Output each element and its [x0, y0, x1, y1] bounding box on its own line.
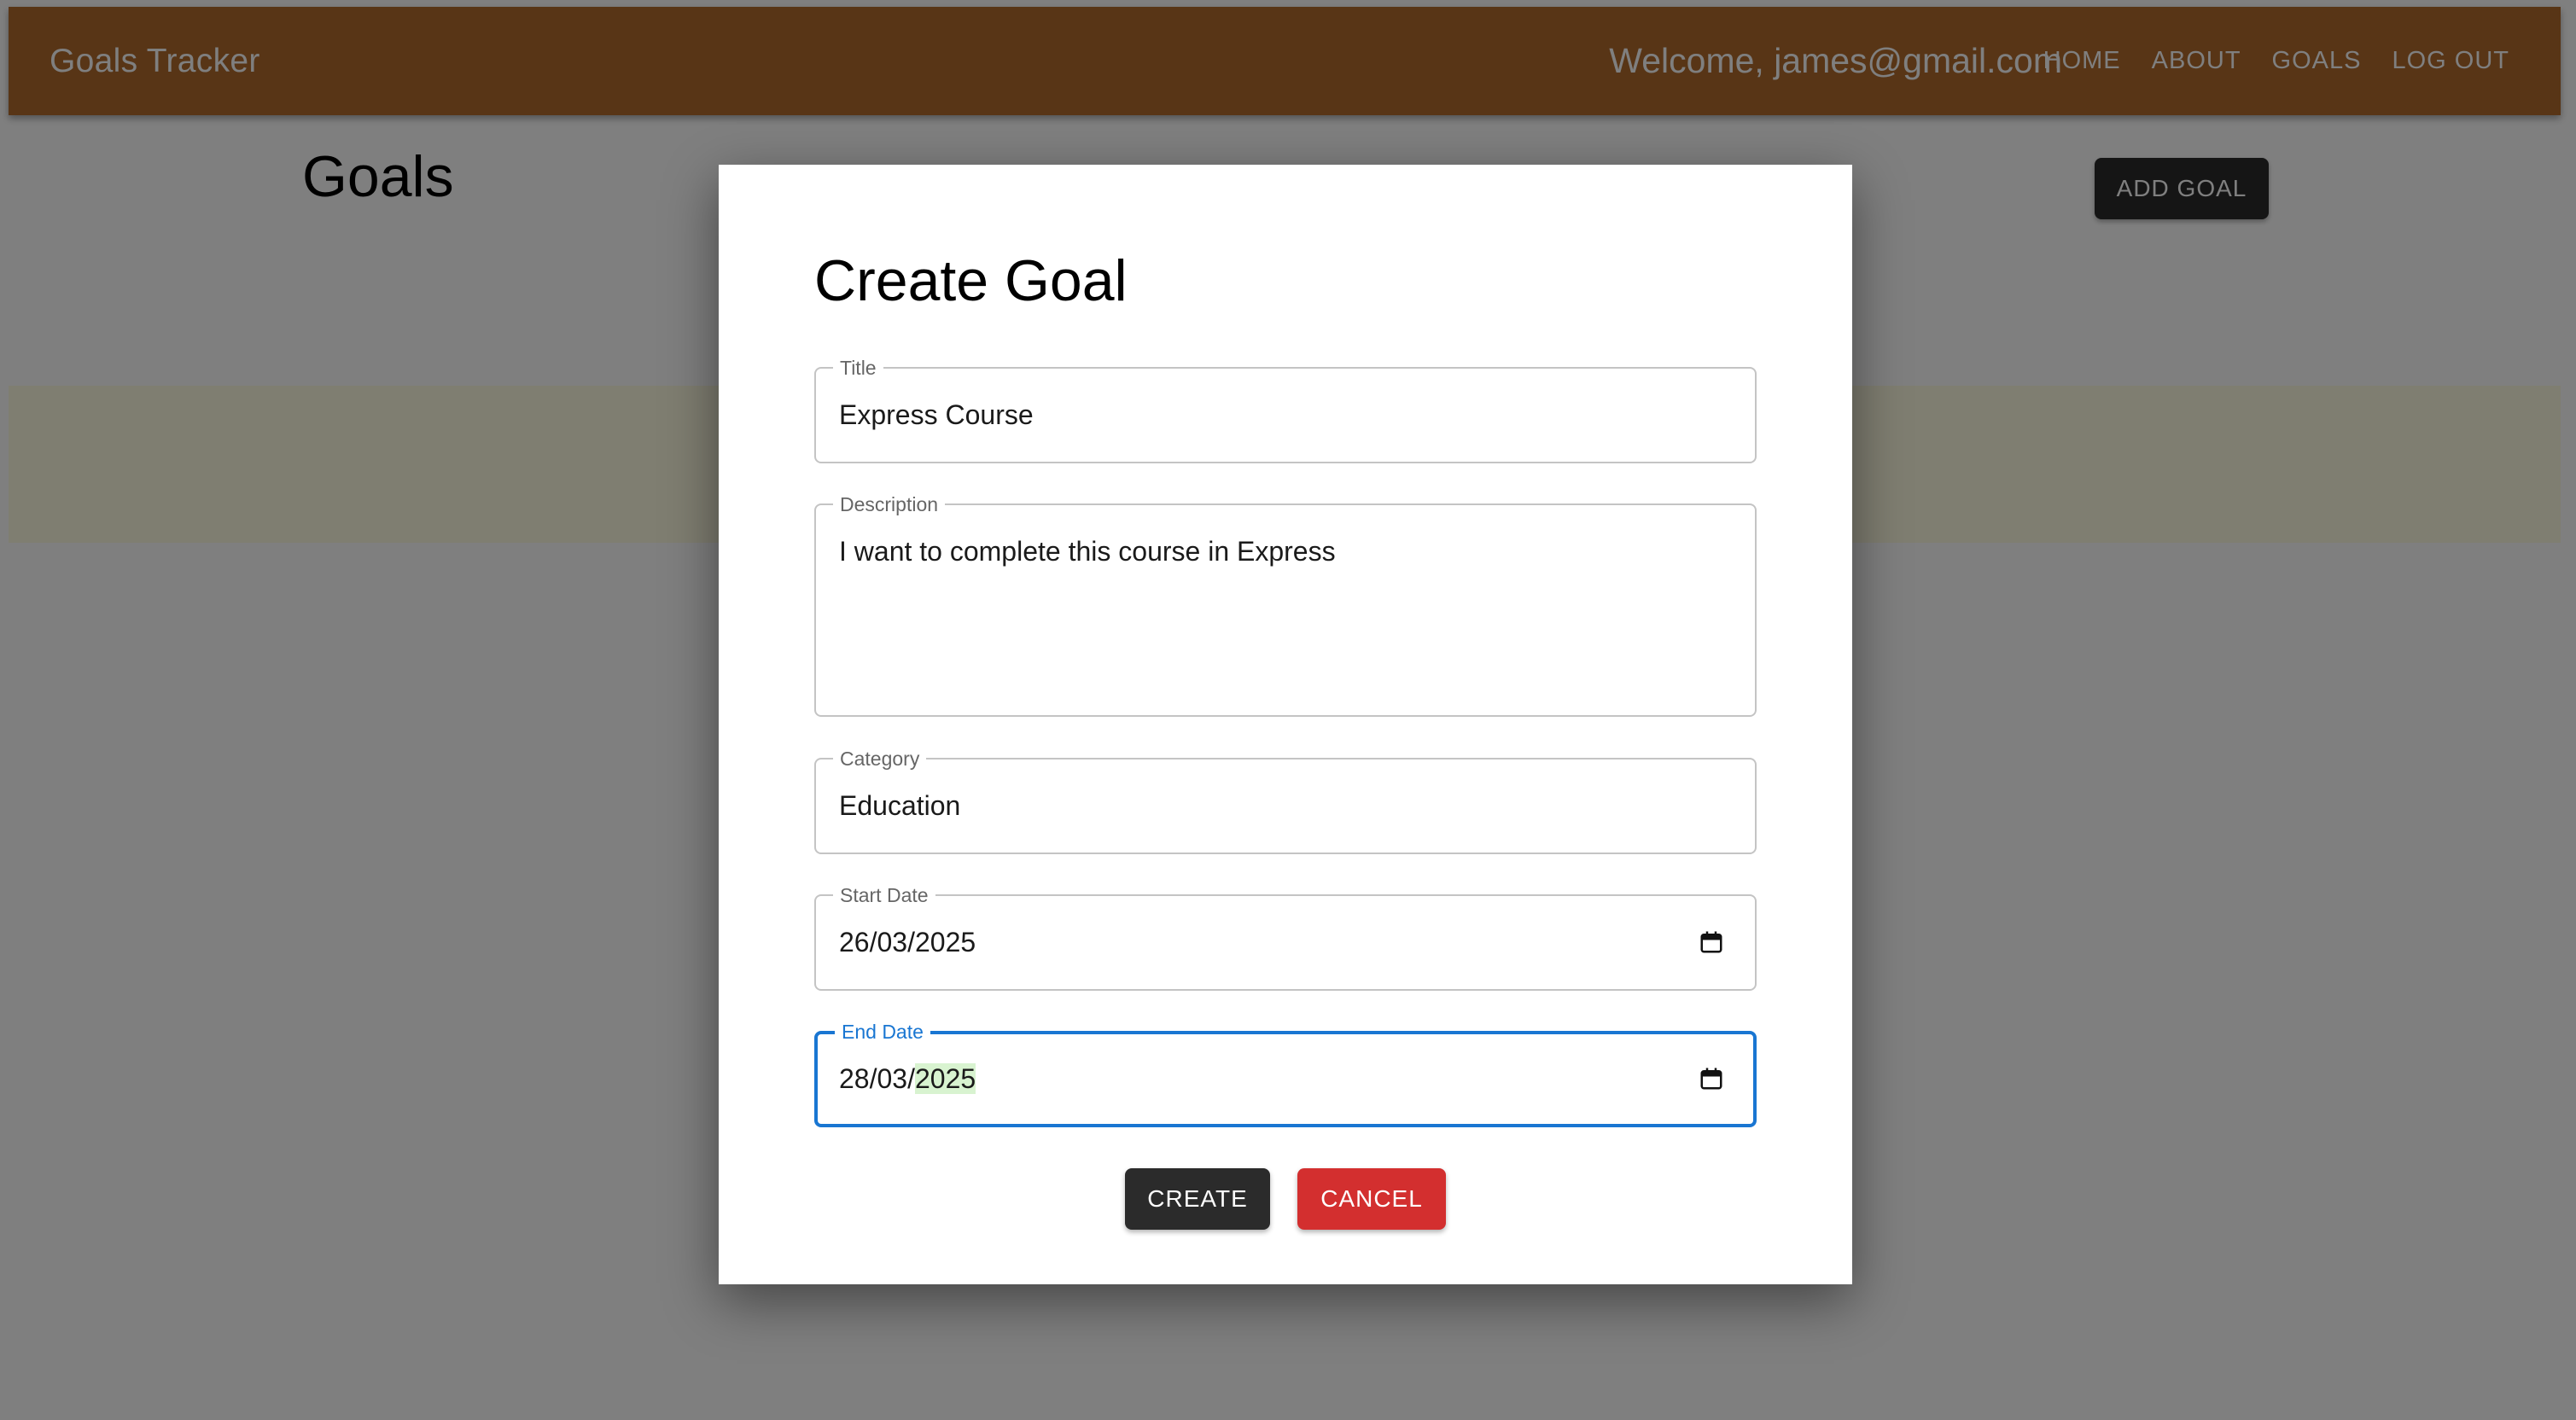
description-field[interactable]: Description I want to complete this cour… [814, 493, 1757, 717]
category-field-label: Category [833, 748, 927, 770]
end-date-year-segment[interactable]: 2025 [914, 1063, 976, 1094]
end-date-field[interactable]: End Date 28/03/2025 [814, 1021, 1757, 1127]
calendar-icon[interactable] [1699, 929, 1724, 955]
title-field[interactable]: Title Express Course [814, 357, 1757, 463]
end-date-field-label: End Date [835, 1021, 930, 1043]
start-date-field-value[interactable]: 26/03/2025 [839, 927, 976, 958]
dialog-title: Create Goal [814, 248, 1128, 313]
app-root: Goals Tracker Welcome, james@gmail.com H… [0, 0, 2576, 1420]
start-date-field[interactable]: Start Date 26/03/2025 [814, 884, 1757, 991]
description-field-label: Description [833, 493, 946, 515]
end-date-field-value[interactable]: 28/03/2025 [839, 1063, 976, 1095]
create-button[interactable]: CREATE [1125, 1168, 1270, 1230]
calendar-icon[interactable] [1699, 1066, 1724, 1091]
category-field[interactable]: Category Education [814, 748, 1757, 854]
dialog-actions: CREATE CANCEL [719, 1168, 1852, 1230]
description-field-value[interactable]: I want to complete this course in Expres… [839, 536, 1336, 567]
start-date-field-label: Start Date [833, 884, 935, 906]
category-field-value[interactable]: Education [839, 790, 960, 822]
title-field-value[interactable]: Express Course [839, 399, 1034, 431]
end-date-day-month[interactable]: 28/03/ [839, 1063, 915, 1094]
title-field-label: Title [833, 357, 883, 379]
cancel-button[interactable]: CANCEL [1297, 1168, 1446, 1230]
create-goal-dialog: Create Goal Title Express Course Descrip… [719, 165, 1852, 1284]
